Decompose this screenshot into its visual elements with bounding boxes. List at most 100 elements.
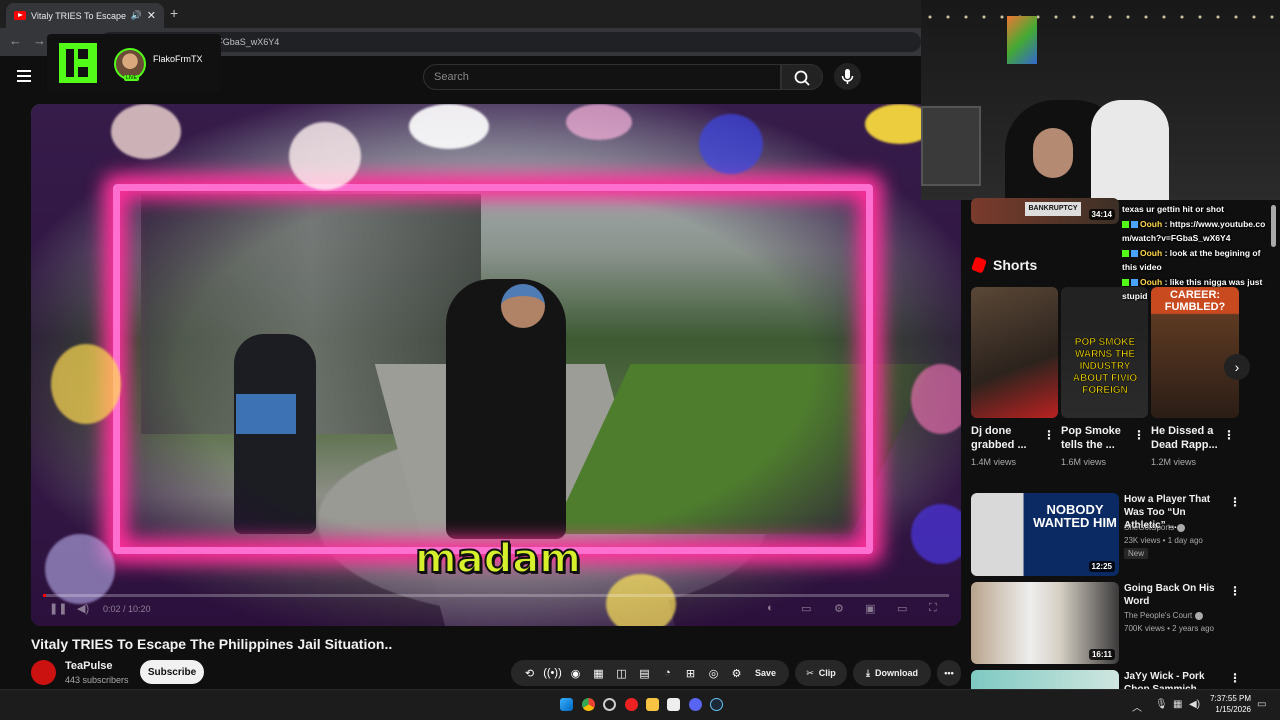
new-tab-button[interactable]: +	[170, 5, 178, 21]
windows-start-icon[interactable]	[560, 698, 573, 711]
tray-chevron-icon[interactable]: ︿	[1132, 699, 1142, 714]
clip-label: Clip	[818, 668, 836, 678]
short-menu-icon[interactable]: ⋮	[1223, 428, 1235, 442]
app-icon[interactable]	[603, 698, 616, 711]
clip-button[interactable]: ✂ Clip	[795, 660, 847, 686]
miniplayer-icon[interactable]: ▣	[865, 602, 875, 615]
recommended-thumbnail[interactable]	[971, 670, 1119, 689]
pause-icon[interactable]: ❚❚	[49, 602, 67, 615]
add-frame-icon[interactable]: ⊞	[680, 664, 701, 682]
more-actions-button[interactable]: •••	[937, 660, 961, 686]
crop-icon[interactable]: ◫	[611, 664, 632, 682]
save-button[interactable]: Save	[755, 668, 776, 678]
video-menu-icon[interactable]: ⋮	[1229, 584, 1241, 598]
clock-date: 1/15/2026	[1215, 705, 1251, 714]
video-duration: 34:14	[1088, 209, 1115, 220]
chat-message: Oouh : look at the begining of this vide…	[1122, 247, 1261, 272]
webcam-overlay	[921, 0, 1280, 200]
subscribe-button[interactable]: Subscribe	[140, 660, 204, 684]
eye-icon[interactable]: ◉	[565, 664, 586, 682]
shorts-next-button[interactable]: ›	[1224, 354, 1250, 380]
speed-icon[interactable]: ◔	[657, 664, 678, 682]
short-views: 1.2M views	[1151, 457, 1197, 467]
menu-icon[interactable]	[17, 70, 31, 85]
loop-icon[interactable]: ⟲	[519, 664, 540, 682]
speaker-icon[interactable]: 🔊	[131, 10, 142, 21]
short-menu-icon[interactable]: ⋮	[1133, 428, 1145, 442]
thumbnail-text: BANKRUPTCY	[1025, 202, 1081, 216]
progress-bar[interactable]	[43, 594, 949, 597]
extension-toolbar: ⟲ ((•)) ◉ ▦ ◫ ▤ ◔ ⊞ ◎ ⚙ Save	[511, 660, 789, 686]
gear-icon[interactable]: ⚙	[726, 664, 747, 682]
shorts-icon	[970, 256, 988, 274]
recommended-title[interactable]: JaYy Wick - Pork Chop Sammich (Official	[1124, 670, 1224, 689]
settings-gear-icon[interactable]: ⚙	[834, 602, 844, 615]
sidebar-scrollbar[interactable]	[1271, 205, 1276, 247]
search-button[interactable]	[781, 64, 823, 90]
discord-icon[interactable]	[689, 698, 702, 711]
notepad-icon[interactable]	[667, 698, 680, 711]
mic-tray-icon[interactable]: 🎙	[1155, 699, 1168, 710]
recommended-title[interactable]: Going Back On His Word	[1124, 582, 1224, 608]
video-menu-icon[interactable]: ⋮	[1229, 671, 1241, 685]
chat-message: texas ur gettin hit or shot	[1122, 204, 1225, 214]
voice-search-button[interactable]	[834, 63, 861, 90]
video-duration: 16:11	[1088, 649, 1115, 660]
short-title[interactable]: He Dissed a Dead Rapp...	[1151, 424, 1223, 452]
channel-name[interactable]: TeaPulse	[65, 660, 113, 672]
close-tab-icon[interactable]: ✕	[147, 9, 156, 22]
notification-icon[interactable]: ▭	[1257, 699, 1266, 710]
subtitles-icon[interactable]: ▭	[801, 602, 811, 615]
video-caption: madam	[414, 535, 582, 583]
short-title[interactable]: Dj done grabbed ...	[971, 424, 1043, 452]
short-views: 1.6M views	[1061, 457, 1107, 467]
chrome-icon[interactable]	[582, 698, 595, 711]
kick-stream-overlay: LIVE FlakoFrmTX	[47, 34, 221, 92]
short-title[interactable]: Pop Smoke tells the ...	[1061, 424, 1133, 452]
verified-icon	[1195, 611, 1204, 620]
cinema-icon[interactable]: ▤	[634, 664, 655, 682]
broadcast-icon[interactable]: ((•))	[542, 664, 563, 682]
back-icon[interactable]: ←	[9, 33, 22, 48]
search-input[interactable]: Search	[423, 64, 781, 90]
browser-tab-bar: Vitaly TRIES To Escape The P 🔊 ✕ +	[0, 0, 921, 28]
channel-avatar[interactable]	[31, 660, 56, 685]
clock[interactable]: 7:37:55 PM 1/15/2026	[1207, 693, 1251, 715]
volume-tray-icon[interactable]: ◀)	[1189, 699, 1200, 710]
fullscreen-icon[interactable]: ⛶	[929, 602, 937, 615]
neon-frame	[113, 184, 873, 554]
video-menu-icon[interactable]: ⋮	[1229, 495, 1241, 509]
download-label: Download	[874, 668, 918, 678]
url-field[interactable]: =FGbaS_wX6Y4	[100, 32, 921, 52]
recommended-thumbnail-top[interactable]: BANKRUPTCY 34:14	[971, 198, 1119, 224]
short-menu-icon[interactable]: ⋮	[1043, 428, 1055, 442]
new-badge: New	[1124, 548, 1149, 559]
download-button[interactable]: ⤓ Download	[853, 660, 931, 686]
youtube-favicon-icon	[14, 11, 26, 20]
recommended-thumbnail[interactable]: NOBODY WANTED HIM 12:25	[971, 493, 1119, 576]
verified-icon	[1177, 523, 1186, 532]
short-views: 1.4M views	[971, 457, 1017, 467]
live-badge: LIVE	[124, 75, 139, 81]
theater-mode-icon[interactable]: ▭	[897, 602, 907, 615]
film-icon[interactable]: ▦	[588, 664, 609, 682]
volume-icon[interactable]: ◀)	[77, 602, 89, 615]
forward-icon[interactable]: →	[33, 33, 46, 48]
video-title: Vitaly TRIES To Escape The Philippines J…	[31, 636, 393, 652]
steam-icon[interactable]	[710, 698, 723, 711]
browser-tab[interactable]: Vitaly TRIES To Escape The P 🔊 ✕	[6, 3, 164, 28]
camera-icon[interactable]: ◎	[703, 664, 724, 682]
subscriber-count: 443 subscribers	[65, 675, 129, 685]
short-thumbnail[interactable]	[971, 287, 1058, 418]
video-player[interactable]: madam ❚❚ ◀) 0:02 / 10:20 ◐ ▭ ⚙ ▣ ▭ ⛶	[31, 104, 961, 626]
search-icon	[794, 70, 810, 86]
short-thumbnail[interactable]: CAREER: FUMBLED?	[1151, 287, 1239, 418]
short-thumbnail[interactable]: POP SMOKE WARNS THE INDUSTRY ABOUT FIVIO…	[1061, 287, 1148, 418]
streamer-name: FlakoFrmTX	[153, 54, 203, 64]
recommended-thumbnail[interactable]: 16:11	[971, 582, 1119, 664]
network-icon[interactable]: ▦	[1173, 699, 1182, 710]
folder-icon[interactable]	[646, 698, 659, 711]
record-icon[interactable]	[625, 698, 638, 711]
recommended-meta: 700K views • 2 years ago	[1124, 624, 1214, 633]
autoplay-toggle-icon[interactable]: ◐	[767, 602, 774, 614]
